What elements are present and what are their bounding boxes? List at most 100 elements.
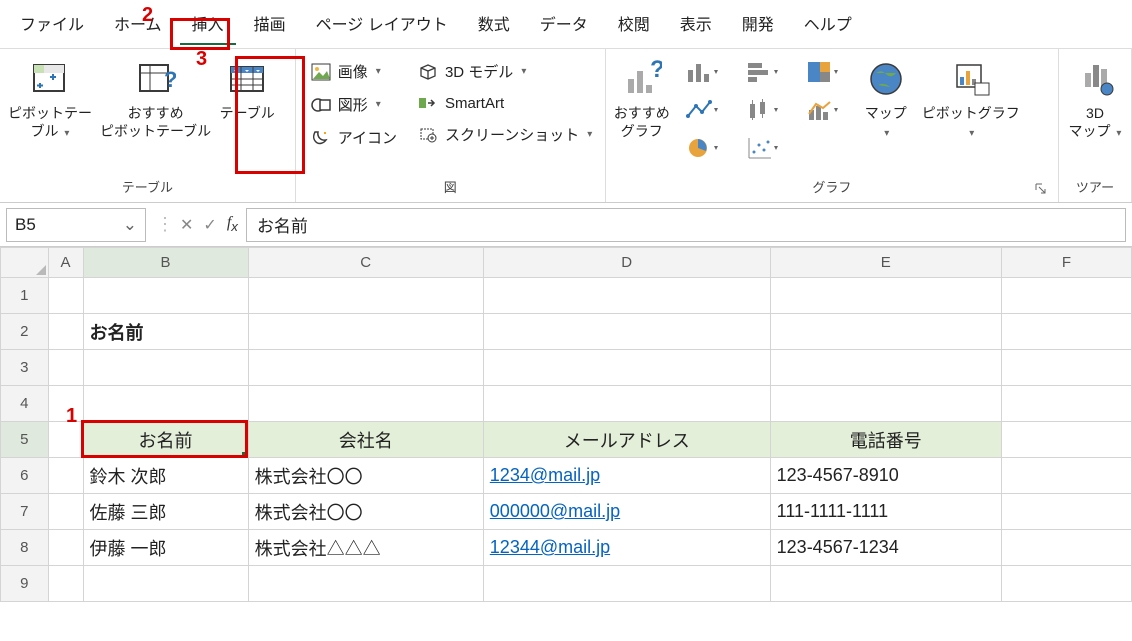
menu-review[interactable]: 校閲	[606, 3, 662, 45]
cell-A7[interactable]	[48, 494, 83, 530]
select-all-corner[interactable]	[1, 248, 49, 278]
col-header-A[interactable]: A	[48, 248, 83, 278]
col-header-C[interactable]: C	[248, 248, 483, 278]
formula-input[interactable]: お名前	[246, 208, 1126, 242]
cell-E2[interactable]	[770, 314, 1001, 350]
cell-E4[interactable]	[770, 386, 1001, 422]
cell-A9[interactable]	[48, 566, 83, 602]
col-header-E[interactable]: E	[770, 248, 1001, 278]
cell-F8[interactable]	[1001, 530, 1131, 566]
row-header-2[interactable]: 2	[1, 314, 49, 350]
chart-combo-button[interactable]	[798, 95, 850, 125]
cell-A5[interactable]	[48, 422, 83, 458]
screenshot-button[interactable]: スクリーンショット▾	[413, 120, 596, 149]
row-header-4[interactable]: 4	[1, 386, 49, 422]
cell-C2[interactable]	[248, 314, 483, 350]
pivotchart-button[interactable]: ピボットグラフ▾	[920, 53, 1022, 144]
row-header-3[interactable]: 3	[1, 350, 49, 386]
cell-link[interactable]: 1234@mail.jp	[490, 465, 600, 485]
cell-E8[interactable]: 123-4567-1234	[770, 530, 1001, 566]
cell-A2[interactable]	[48, 314, 83, 350]
cell-B5[interactable]: お名前	[83, 422, 248, 458]
cell-D3[interactable]	[483, 350, 770, 386]
cell-E7[interactable]: 111-1111-1111	[770, 494, 1001, 530]
image-button[interactable]: 画像▾	[306, 57, 401, 86]
cancel-icon[interactable]: ✕	[180, 215, 193, 235]
cell-D8[interactable]: 12344@mail.jp	[483, 530, 770, 566]
cell-B8[interactable]: 伊藤 一郎	[83, 530, 248, 566]
cell-C1[interactable]	[248, 278, 483, 314]
menu-page-layout[interactable]: ページ レイアウト	[304, 3, 460, 45]
cell-B1[interactable]	[83, 278, 248, 314]
cell-A1[interactable]	[48, 278, 83, 314]
chart-treemap-button[interactable]	[798, 57, 850, 87]
row-header-6[interactable]: 6	[1, 458, 49, 494]
cell-A6[interactable]	[48, 458, 83, 494]
cell-F7[interactable]	[1001, 494, 1131, 530]
row-header-7[interactable]: 7	[1, 494, 49, 530]
cell-E9[interactable]	[770, 566, 1001, 602]
row-header-9[interactable]: 9	[1, 566, 49, 602]
row-header-8[interactable]: 8	[1, 530, 49, 566]
table-button[interactable]: テーブル	[217, 53, 277, 127]
cell-E3[interactable]	[770, 350, 1001, 386]
cell-link[interactable]: 12344@mail.jp	[490, 537, 610, 557]
chart-line-button[interactable]	[678, 95, 730, 125]
cell-C3[interactable]	[248, 350, 483, 386]
col-header-F[interactable]: F	[1001, 248, 1131, 278]
cell-C9[interactable]	[248, 566, 483, 602]
cell-B9[interactable]	[83, 566, 248, 602]
cell-D7[interactable]: 000000@mail.jp	[483, 494, 770, 530]
cell-B2[interactable]: お名前	[83, 314, 248, 350]
cell-link[interactable]: 000000@mail.jp	[490, 501, 620, 521]
map3d-button[interactable]: 3D マップ ▾	[1065, 53, 1125, 144]
menu-developer[interactable]: 開発	[730, 3, 786, 45]
cell-B4[interactable]	[83, 386, 248, 422]
menu-draw[interactable]: 描画	[242, 3, 298, 45]
cell-F2[interactable]	[1001, 314, 1131, 350]
chart-column-button[interactable]	[678, 57, 730, 87]
menu-view[interactable]: 表示	[668, 3, 724, 45]
model3d-button[interactable]: 3D モデル▾	[413, 57, 596, 86]
cell-B3[interactable]	[83, 350, 248, 386]
chart-scatter-button[interactable]	[738, 133, 790, 163]
dialog-launcher-icon[interactable]	[1034, 182, 1048, 196]
chart-bar-button[interactable]	[738, 57, 790, 87]
cell-F1[interactable]	[1001, 278, 1131, 314]
cell-C6[interactable]: 株式会社〇〇	[248, 458, 483, 494]
cell-B7[interactable]: 佐藤 三郎	[83, 494, 248, 530]
col-header-D[interactable]: D	[483, 248, 770, 278]
menu-home[interactable]: ホーム	[102, 3, 174, 45]
cell-D1[interactable]	[483, 278, 770, 314]
menu-formulas[interactable]: 数式	[466, 3, 522, 45]
recommended-charts-button[interactable]: ? おすすめ グラフ	[612, 53, 672, 144]
cell-D5[interactable]: メールアドレス	[483, 422, 770, 458]
cell-F6[interactable]	[1001, 458, 1131, 494]
fx-icon[interactable]: fx	[227, 214, 238, 234]
cell-F5[interactable]	[1001, 422, 1131, 458]
smartart-button[interactable]: SmartArt	[413, 90, 596, 116]
name-box[interactable]: B5 ⌄	[6, 208, 146, 242]
cell-C7[interactable]: 株式会社〇〇	[248, 494, 483, 530]
cell-F9[interactable]	[1001, 566, 1131, 602]
chart-stat-button[interactable]	[738, 95, 790, 125]
cell-E6[interactable]: 123-4567-8910	[770, 458, 1001, 494]
recommended-pivot-button[interactable]: ? おすすめ ピボットテーブル	[98, 53, 213, 144]
row-header-1[interactable]: 1	[1, 278, 49, 314]
cell-C8[interactable]: 株式会社△△△	[248, 530, 483, 566]
col-header-B[interactable]: B	[83, 248, 248, 278]
cell-D6[interactable]: 1234@mail.jp	[483, 458, 770, 494]
cell-C5[interactable]: 会社名	[248, 422, 483, 458]
worksheet[interactable]: ABCDEF12お名前345お名前会社名メールアドレス電話番号6鈴木 次郎株式会…	[0, 247, 1132, 602]
menu-help[interactable]: ヘルプ	[792, 3, 864, 45]
cell-F3[interactable]	[1001, 350, 1131, 386]
menu-file[interactable]: ファイル	[8, 3, 96, 45]
enter-icon[interactable]: ✓	[203, 215, 216, 235]
pivot-table-button[interactable]: ピボットテー ブル ▾	[6, 53, 94, 144]
cell-D4[interactable]	[483, 386, 770, 422]
icons-button[interactable]: アイコン	[306, 123, 401, 152]
cell-D9[interactable]	[483, 566, 770, 602]
cell-D2[interactable]	[483, 314, 770, 350]
cell-E5[interactable]: 電話番号	[770, 422, 1001, 458]
chevron-down-icon[interactable]: ⌄	[123, 215, 137, 235]
